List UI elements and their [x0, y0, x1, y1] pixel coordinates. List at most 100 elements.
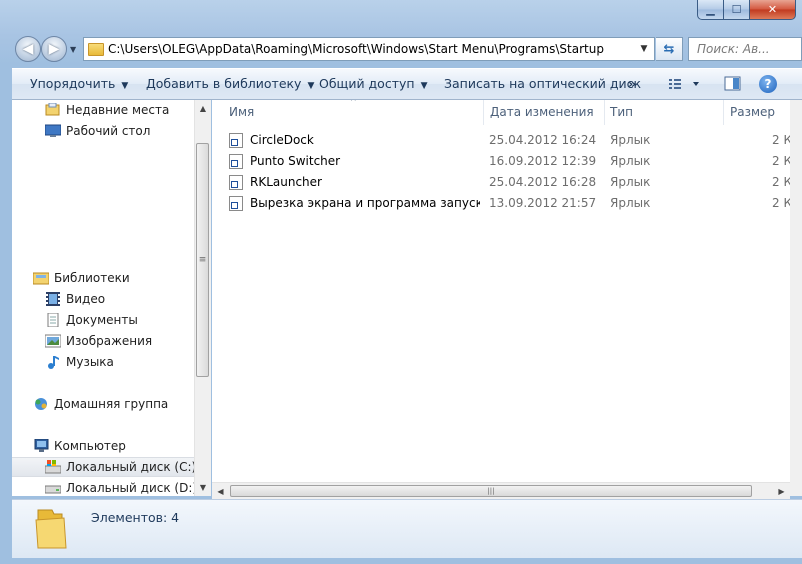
- file-list: ^ Имя Дата изменения Тип Размер CircleDo…: [212, 100, 790, 496]
- drive-c-icon: [45, 460, 61, 474]
- scroll-left-button[interactable]: ◀: [212, 483, 229, 499]
- recent-places-icon: [45, 103, 60, 116]
- file-name: RKLauncher: [250, 175, 322, 189]
- address-bar[interactable]: C:\Users\OLEG\AppData\Roaming\Microsoft\…: [83, 37, 655, 61]
- scroll-thumb[interactable]: |||: [230, 485, 752, 497]
- file-type: Ярлык: [610, 196, 651, 210]
- address-path[interactable]: C:\Users\OLEG\AppData\Roaming\Microsoft\…: [108, 42, 634, 56]
- minimize-button[interactable]: ▁: [697, 0, 724, 20]
- nav-label: Компьютер: [54, 439, 126, 453]
- scroll-right-button[interactable]: ▶: [773, 483, 790, 499]
- burn-disc-button[interactable]: Записать на оптический диск: [444, 76, 641, 91]
- file-type: Ярлык: [610, 133, 651, 147]
- nav-label: Недавние места: [66, 103, 170, 117]
- nav-label: Музыка: [66, 355, 114, 369]
- shortcut-icon: [229, 175, 243, 190]
- chevron-down-icon: ▼: [420, 81, 428, 91]
- grip-icon: ≡: [198, 255, 207, 265]
- file-size: 2 КБ: [772, 154, 790, 168]
- file-date: 16.09.2012 12:39: [489, 154, 597, 168]
- nav-label: Изображения: [66, 334, 153, 348]
- nav-label: Библиотеки: [54, 271, 130, 285]
- scroll-down-button[interactable]: ▼: [195, 479, 211, 496]
- recent-pages-dropdown[interactable]: ▼: [70, 45, 76, 54]
- scroll-up-button[interactable]: ▲: [195, 100, 211, 117]
- add-to-library-button[interactable]: Добавить в библиотеку ▼: [146, 76, 314, 91]
- caption-buttons: ▁ ☐ ✕: [697, 0, 796, 20]
- column-date[interactable]: Дата изменения: [490, 105, 594, 119]
- nav-item-video[interactable]: Видео: [12, 289, 194, 309]
- forward-button[interactable]: ▶: [41, 36, 67, 62]
- organize-button[interactable]: Упорядочить ▼: [30, 76, 128, 91]
- back-button[interactable]: ◀: [15, 36, 41, 62]
- file-type: Ярлык: [610, 175, 651, 189]
- window-border: [0, 558, 802, 564]
- nav-item-homegroup[interactable]: Домашняя группа: [12, 394, 194, 414]
- file-name: Вырезка экрана и программа запуска д...: [250, 196, 480, 210]
- maximize-button[interactable]: ☐: [724, 0, 750, 20]
- column-type[interactable]: Тип: [610, 105, 633, 119]
- search-box[interactable]: Поиск: Ав...: [688, 37, 802, 61]
- refresh-button[interactable]: ⇆: [656, 37, 683, 61]
- file-date: 25.04.2012 16:28: [489, 175, 597, 189]
- column-size[interactable]: Размер: [730, 105, 775, 119]
- file-type: Ярлык: [610, 154, 651, 168]
- nav-label: Рабочий стол: [66, 124, 151, 138]
- file-row[interactable]: RKLauncher 25.04.2012 16:28 Ярлык 2 КБ: [212, 172, 790, 193]
- column-divider[interactable]: [604, 100, 605, 125]
- column-divider[interactable]: [723, 100, 724, 125]
- file-size: 2 КБ: [772, 175, 790, 189]
- file-list-horizontal-scrollbar[interactable]: ◀ ||| ▶: [212, 482, 790, 499]
- documents-icon: [47, 313, 59, 327]
- nav-item-music[interactable]: Музыка: [12, 352, 194, 372]
- computer-icon: [34, 439, 49, 452]
- sort-indicator-icon: ^: [350, 100, 357, 106]
- file-row[interactable]: CircleDock 25.04.2012 16:24 Ярлык 2 КБ: [212, 130, 790, 151]
- libraries-icon: [33, 272, 49, 285]
- help-button[interactable]: ?: [759, 75, 777, 93]
- nav-label: Документы: [66, 313, 138, 327]
- close-button[interactable]: ✕: [750, 0, 796, 20]
- back-arrow-icon: ◀: [22, 41, 34, 57]
- nav-item-libraries[interactable]: Библиотеки: [12, 268, 194, 288]
- nav-label: Видео: [66, 292, 106, 306]
- share-button[interactable]: Общий доступ ▼: [319, 76, 427, 91]
- more-commands-button[interactable]: »: [628, 76, 636, 91]
- file-date: 25.04.2012 16:24: [489, 133, 597, 147]
- nav-item-drive-c[interactable]: Локальный диск (C:): [12, 457, 194, 477]
- nav-item-documents[interactable]: Документы: [12, 310, 194, 330]
- nav-item-pictures[interactable]: Изображения: [12, 331, 194, 351]
- nav-item-drive-d[interactable]: Локальный диск (D:): [12, 478, 194, 496]
- refresh-icon: ⇆: [663, 41, 675, 57]
- organize-label: Упорядочить: [30, 76, 116, 91]
- video-icon: [46, 292, 60, 306]
- file-list-vertical-scrollbar[interactable]: [790, 100, 802, 496]
- nav-item-computer[interactable]: Компьютер: [12, 436, 194, 456]
- column-name[interactable]: Имя: [229, 105, 254, 119]
- details-pane: Элементов: 4: [12, 499, 802, 558]
- navigation-pane: Недавние места Рабочий стол Библиотеки В…: [12, 100, 194, 496]
- search-input[interactable]: Поиск: Ав...: [689, 42, 770, 56]
- navigation-pane-scrollbar[interactable]: ▲ ≡ ▼: [194, 100, 211, 496]
- file-size: 2 КБ: [772, 196, 790, 210]
- preview-pane-button[interactable]: [724, 76, 742, 95]
- navigation-bar: ◀ ▶ ▼ C:\Users\OLEG\AppData\Roaming\Micr…: [0, 34, 802, 66]
- address-dropdown-icon[interactable]: ▼: [634, 44, 654, 54]
- file-row[interactable]: Punto Switcher 16.09.2012 12:39 Ярлык 2 …: [212, 151, 790, 172]
- desktop-icon: [45, 124, 61, 137]
- view-options-button[interactable]: [667, 76, 701, 95]
- file-name: Punto Switcher: [250, 154, 341, 168]
- folder-icon: [35, 509, 67, 549]
- file-date: 13.09.2012 21:57: [489, 196, 597, 210]
- file-row[interactable]: Вырезка экрана и программа запуска д... …: [212, 193, 790, 214]
- nav-item-recent-places[interactable]: Недавние места: [12, 100, 194, 120]
- shortcut-icon: [229, 154, 243, 169]
- forward-arrow-icon: ▶: [48, 41, 60, 57]
- scroll-thumb[interactable]: ≡: [196, 143, 209, 377]
- homegroup-icon: [35, 398, 47, 410]
- add-to-library-label: Добавить в библиотеку: [146, 76, 302, 91]
- column-divider[interactable]: [483, 100, 484, 125]
- item-count: Элементов: 4: [91, 510, 180, 525]
- column-header: ^ Имя Дата изменения Тип Размер: [212, 100, 790, 125]
- nav-item-desktop[interactable]: Рабочий стол: [12, 121, 194, 141]
